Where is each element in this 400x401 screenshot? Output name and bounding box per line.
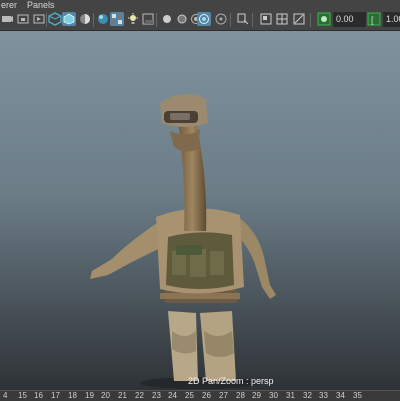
camera-lock-icon[interactable]	[16, 12, 30, 26]
menu-renderer[interactable]: erer	[1, 0, 17, 10]
shaded-icon[interactable]	[62, 12, 76, 26]
character-model	[90, 93, 276, 389]
resolution-gate-icon[interactable]	[259, 12, 273, 26]
exposure-field[interactable]: 0.00	[333, 12, 366, 27]
xray-joints-icon[interactable]	[214, 12, 228, 26]
perspective-viewport[interactable]: 2D Pan/Zoom : persp	[0, 31, 400, 390]
gamma-field[interactable]: 1.00	[383, 12, 400, 27]
motion-blur-icon[interactable]	[160, 12, 174, 26]
time-slider[interactable]: 4 15 16 17 18 19 20 21 22 23 24 25 26 27…	[0, 390, 400, 401]
lights-icon[interactable]	[110, 12, 124, 26]
exposure-icon[interactable]	[317, 12, 331, 26]
toolbar-separator	[93, 13, 94, 27]
ambient-occlusion-icon[interactable]	[141, 12, 155, 26]
textured-icon[interactable]	[78, 12, 92, 26]
antialias-icon[interactable]	[175, 12, 189, 26]
viewport-hud-label: 2D Pan/Zoom : persp	[188, 376, 274, 386]
panel-toolbar: 0.00 [ 1.00	[0, 10, 400, 31]
xray-active-icon[interactable]	[236, 12, 250, 26]
toolbar-separator	[156, 13, 157, 27]
toolbar-separator	[230, 13, 231, 27]
toolbar-separator	[310, 13, 311, 27]
menu-panels[interactable]: Panels	[27, 0, 55, 10]
camera-select-icon[interactable]	[0, 12, 14, 26]
shadows-icon[interactable]	[126, 12, 140, 26]
field-chart-icon[interactable]	[275, 12, 289, 26]
menu-bar: erer Panels	[0, 0, 400, 10]
gamma-icon[interactable]: [	[367, 12, 381, 26]
toolbar-separator	[252, 13, 253, 27]
xray-icon[interactable]	[96, 12, 110, 26]
safe-action-icon[interactable]	[292, 12, 306, 26]
toolbar-separator	[46, 13, 47, 27]
bookmark-icon[interactable]	[32, 12, 46, 26]
isolate-icon[interactable]	[197, 12, 211, 26]
cube-icon[interactable]	[48, 12, 62, 26]
